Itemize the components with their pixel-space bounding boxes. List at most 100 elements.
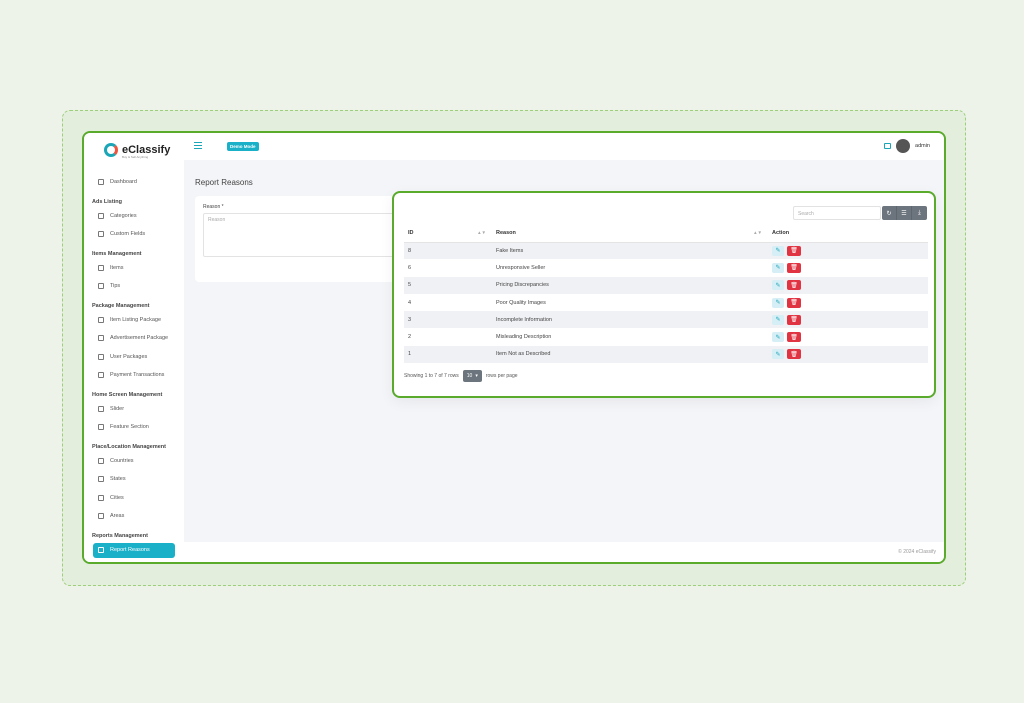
delete-icon[interactable]: 🗑 bbox=[787, 332, 801, 343]
table-row: 5 Pricing Discrepancies ✎ 🗑 bbox=[404, 276, 928, 294]
user-packages-icon bbox=[98, 353, 104, 360]
row-actions: ✎ 🗑 bbox=[772, 262, 928, 273]
sidebar-item-label: Slider bbox=[110, 405, 125, 412]
states-icon bbox=[98, 476, 104, 483]
row-actions: ✎ 🗑 bbox=[772, 332, 928, 343]
edit-icon[interactable]: ✎ bbox=[772, 349, 784, 360]
cell-action: ✎ 🗑 bbox=[768, 276, 928, 294]
sidebar-section-heading: Ads Listing bbox=[92, 198, 122, 205]
delete-icon[interactable]: 🗑 bbox=[787, 245, 801, 256]
sidebar-item-slider[interactable]: Slider bbox=[84, 400, 184, 419]
row-actions: ✎ 🗑 bbox=[772, 314, 928, 325]
cell-id: 8 bbox=[404, 242, 492, 260]
sidebar-item-label: States bbox=[110, 476, 126, 483]
search-input[interactable]: Search bbox=[793, 206, 881, 220]
slider-icon bbox=[98, 405, 104, 412]
cell-action: ✎ 🗑 bbox=[768, 311, 928, 329]
sidebar-item-label: Areas bbox=[110, 513, 125, 520]
cell-action: ✎ 🗑 bbox=[768, 328, 928, 345]
sidebar-item-label: Custom Fields bbox=[110, 231, 146, 238]
demo-mode-badge: Demo Mode bbox=[227, 142, 259, 151]
user-name[interactable]: admin bbox=[915, 143, 930, 149]
sidebar-item-items[interactable]: Items bbox=[84, 259, 184, 278]
table-row: 4 Poor Quality Images ✎ 🗑 bbox=[404, 294, 928, 311]
sidebar-item-label: Tips bbox=[110, 283, 121, 290]
user-area: admin bbox=[884, 139, 930, 153]
delete-icon[interactable]: 🗑 bbox=[787, 349, 801, 360]
row-actions: ✎ 🗑 bbox=[772, 245, 928, 256]
edit-icon[interactable]: ✎ bbox=[772, 332, 784, 343]
cell-reason: Incomplete Information bbox=[492, 311, 768, 329]
sidebar-nav: Dashboard Ads Listing Categories Custom Fie… bbox=[84, 173, 184, 563]
sidebar-section-heading: Place/Location Management bbox=[92, 443, 166, 450]
delete-icon[interactable]: 🗑 bbox=[787, 314, 801, 325]
areas-icon bbox=[98, 513, 104, 520]
cell-id: 5 bbox=[404, 276, 492, 294]
countries-icon bbox=[98, 457, 104, 464]
sidebar-item-states[interactable]: States bbox=[84, 470, 184, 489]
sidebar-item-label: Payment Transactions bbox=[110, 372, 165, 379]
sidebar-item-feature-section[interactable]: Feature Section bbox=[84, 418, 184, 437]
sort-icon: ▲▼ bbox=[477, 230, 486, 235]
sidebar-item-payment-transactions[interactable]: Payment Transactions bbox=[84, 366, 184, 385]
menu-toggle-icon[interactable] bbox=[194, 142, 202, 149]
sidebar-item-report-reasons[interactable]: Report Reasons bbox=[93, 542, 175, 558]
refresh-icon[interactable]: ↻ bbox=[882, 206, 897, 220]
reason-input[interactable]: Reason bbox=[203, 213, 403, 257]
edit-icon[interactable]: ✎ bbox=[772, 297, 784, 308]
sidebar-item-custom-fields[interactable]: Custom Fields bbox=[84, 225, 184, 244]
export-icon[interactable]: ⤓ bbox=[912, 206, 927, 220]
cell-id: 3 bbox=[404, 311, 492, 329]
column-header-id[interactable]: ID ▲▼ bbox=[404, 225, 492, 243]
sidebar-item-cities[interactable]: Cities bbox=[84, 489, 184, 508]
logo-tagline: Buy & Sell Anything bbox=[122, 155, 149, 159]
edit-icon[interactable]: ✎ bbox=[772, 280, 784, 291]
row-actions: ✎ 🗑 bbox=[772, 280, 928, 291]
sidebar-item-label: Item Listing Package bbox=[110, 316, 162, 323]
sidebar-item-tips[interactable]: Tips bbox=[84, 277, 184, 296]
cell-reason: Unresponsive Seller bbox=[496, 264, 546, 271]
row-actions: ✎ 🗑 bbox=[772, 297, 928, 308]
column-header-reason[interactable]: Reason ▲▼ bbox=[492, 225, 768, 243]
sidebar-item-label: Dashboard bbox=[110, 179, 137, 186]
sidebar-item-user-reports[interactable]: User Reports bbox=[84, 560, 184, 563]
topbar: Demo Mode admin bbox=[184, 133, 944, 160]
sidebar-item-label: Report Reasons bbox=[110, 547, 150, 553]
sidebar-item-item-listing-package[interactable]: Item Listing Package bbox=[84, 311, 184, 330]
sidebar-item-categories[interactable]: Categories bbox=[84, 207, 184, 226]
sidebar-item-countries[interactable]: Countries bbox=[84, 452, 184, 471]
sidebar-item-areas[interactable]: Areas bbox=[84, 507, 184, 526]
cell-action: ✎ 🗑 bbox=[768, 259, 928, 276]
edit-icon[interactable]: ✎ bbox=[772, 314, 784, 325]
sidebar-item-label: Categories bbox=[110, 212, 137, 219]
cell-action: ✎ 🗑 bbox=[768, 242, 928, 260]
edit-icon[interactable]: ✎ bbox=[772, 262, 784, 273]
sidebar-item-advertisement-package[interactable]: Advertisement Package bbox=[84, 329, 184, 348]
page-size-select[interactable]: 10 ▾ bbox=[462, 370, 482, 382]
page-title: Report Reasons bbox=[195, 178, 253, 187]
sidebar: eClassify Buy & Sell Anything Dashboard A… bbox=[84, 133, 184, 562]
columns-icon[interactable]: ☰ bbox=[897, 206, 912, 220]
delete-icon[interactable]: 🗑 bbox=[787, 280, 801, 291]
table-row: 6 Unresponsive Seller ✎ 🗑 bbox=[404, 259, 928, 276]
sidebar-section-heading: Reports Management bbox=[92, 532, 148, 539]
reason-form-card: Reason * Reason bbox=[195, 196, 405, 282]
edit-icon[interactable]: ✎ bbox=[772, 245, 784, 256]
cell-reason: Poor Quality Images bbox=[496, 299, 546, 306]
sidebar-section-heading: Items Management bbox=[92, 250, 142, 257]
cell-action: ✎ 🗑 bbox=[768, 294, 928, 311]
table-row: 1 Item Not as Described ✎ 🗑 bbox=[404, 345, 928, 364]
delete-icon[interactable]: 🗑 bbox=[787, 262, 801, 273]
cell-reason: Misleading Description bbox=[496, 334, 552, 341]
reasons-table-card: Search ↻ ☰ ⤓ ID ▲▼ Reason ▲▼ Action 8 Fake … bbox=[392, 191, 936, 398]
row-actions: ✎ 🗑 bbox=[772, 349, 928, 360]
cell-id: 2 bbox=[408, 334, 412, 341]
avatar[interactable] bbox=[896, 139, 911, 153]
sidebar-item-user-packages[interactable]: User Packages bbox=[84, 348, 184, 367]
sidebar-item-dashboard[interactable]: Dashboard bbox=[84, 173, 184, 192]
delete-icon[interactable]: 🗑 bbox=[787, 297, 801, 308]
cell-id: 4 bbox=[408, 299, 412, 306]
cell-reason: Item Not as Described bbox=[492, 345, 768, 364]
column-header-action: Action bbox=[768, 225, 928, 243]
language-icon[interactable] bbox=[884, 143, 892, 149]
